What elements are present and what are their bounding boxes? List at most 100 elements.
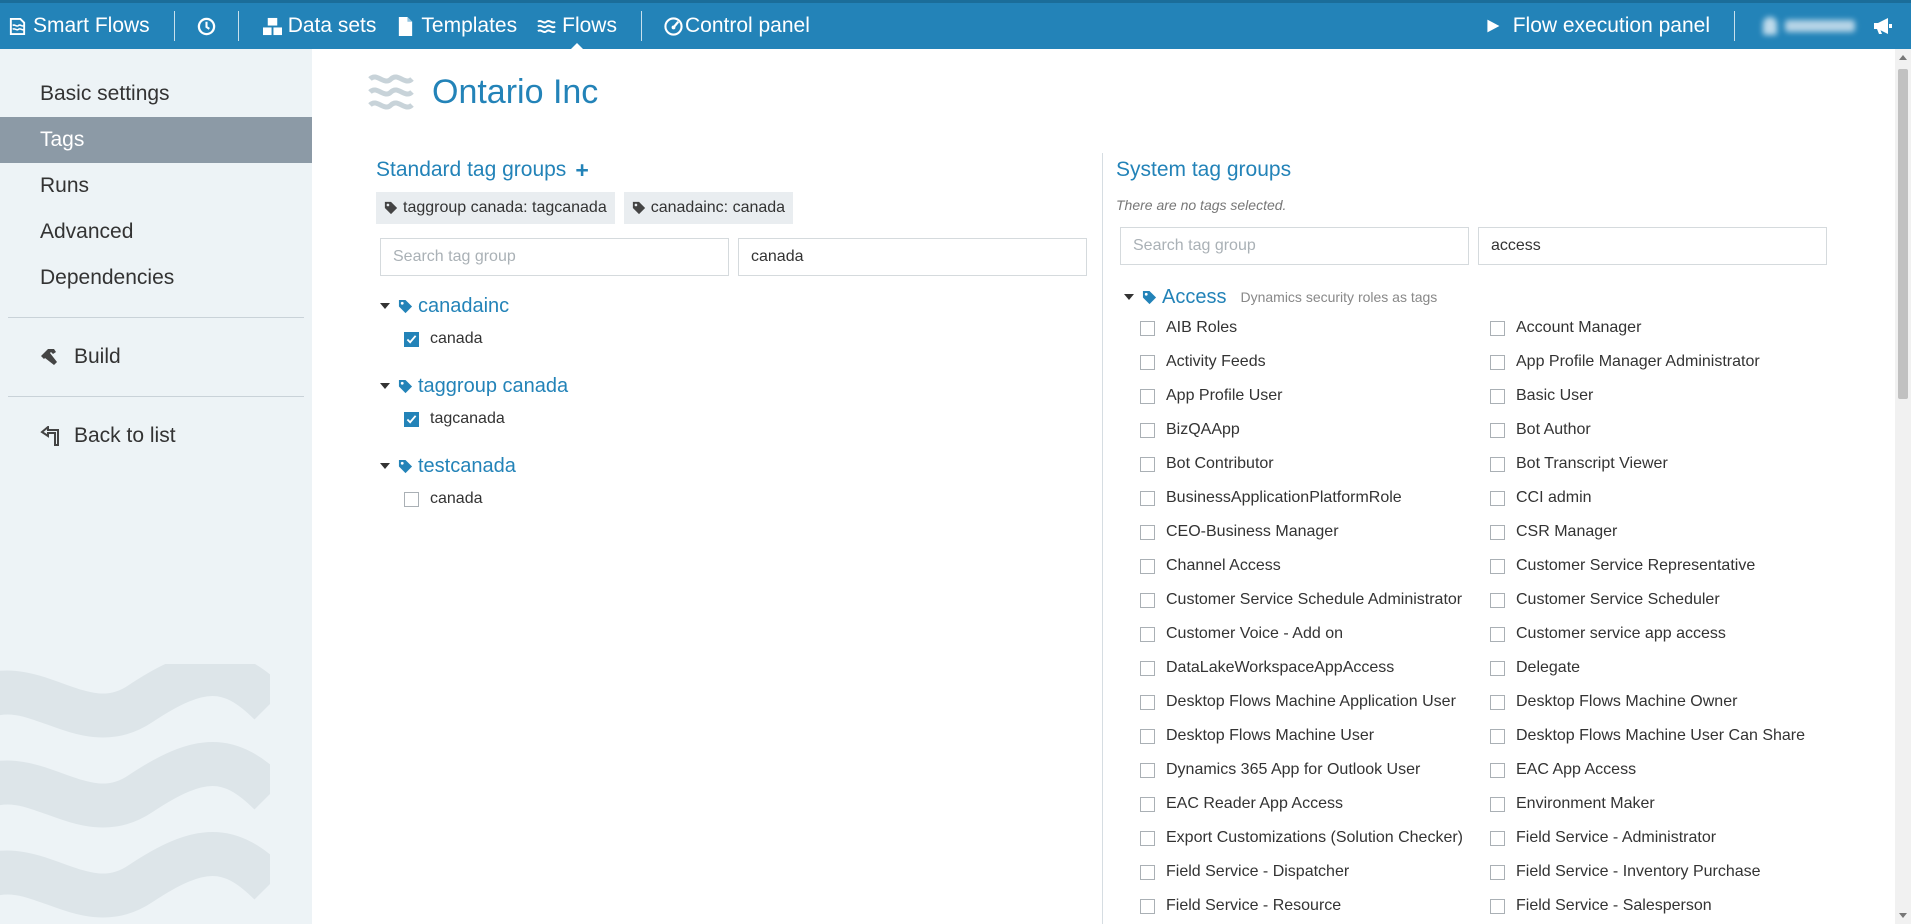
page-scrollbar[interactable] <box>1895 49 1911 924</box>
role-checkbox-item[interactable]: Desktop Flows Machine Application User <box>1140 685 1490 719</box>
checkbox-unchecked[interactable] <box>1490 592 1505 608</box>
checkbox-unchecked[interactable] <box>1490 660 1505 676</box>
checkbox-unchecked[interactable] <box>1490 388 1505 404</box>
role-checkbox-item[interactable]: Field Service - Resource <box>1140 889 1490 923</box>
role-checkbox-item[interactable]: Delegate <box>1490 651 1840 685</box>
checkbox-unchecked[interactable] <box>1490 796 1505 812</box>
role-checkbox-item[interactable]: Activity Feeds <box>1140 345 1490 379</box>
role-checkbox-item[interactable]: Customer Voice - Add on <box>1140 617 1490 651</box>
back-to-list-link[interactable]: Back to list <box>0 413 312 459</box>
checkbox-unchecked[interactable] <box>1140 694 1155 710</box>
role-checkbox-item[interactable]: Channel Access <box>1140 549 1490 583</box>
checkbox-unchecked[interactable] <box>1140 320 1155 336</box>
checkbox-unchecked[interactable] <box>1490 762 1505 778</box>
role-checkbox-item[interactable]: Dynamics 365 App for Outlook User <box>1140 753 1490 787</box>
checkbox-unchecked[interactable] <box>1490 864 1505 880</box>
checkbox-unchecked[interactable] <box>1140 354 1155 370</box>
nav-templates[interactable]: Templates <box>386 3 527 49</box>
checkbox-unchecked[interactable] <box>1140 830 1155 846</box>
checkbox-unchecked[interactable] <box>1140 660 1155 676</box>
nav-datasets[interactable]: Data sets <box>253 3 387 49</box>
tag-checkbox-item[interactable]: tagcanada <box>380 402 1096 436</box>
sidebar-item-basic-settings[interactable]: Basic settings <box>0 71 312 117</box>
checkbox-unchecked[interactable] <box>1490 728 1505 744</box>
selected-tag-chip[interactable]: taggroup canada: tagcanada <box>376 192 615 224</box>
checkbox-unchecked[interactable] <box>1140 864 1155 880</box>
scroll-up-arrow-icon[interactable] <box>1899 55 1907 60</box>
checkbox-unchecked[interactable] <box>1140 592 1155 608</box>
role-checkbox-item[interactable]: BizQAApp <box>1140 413 1490 447</box>
checkbox-unchecked[interactable] <box>1140 490 1155 506</box>
selected-tag-chip[interactable]: canadainc: canada <box>623 192 794 224</box>
role-checkbox-item[interactable]: Export Customizations (Solution Checker) <box>1140 821 1490 855</box>
role-checkbox-item[interactable]: Bot Contributor <box>1140 447 1490 481</box>
role-checkbox-item[interactable]: Account Manager <box>1490 311 1840 345</box>
sidebar-item-tags[interactable]: Tags <box>0 117 312 163</box>
tag-group-header-access[interactable]: Access Dynamics security roles as tags <box>1124 283 1846 311</box>
checkbox-unchecked[interactable] <box>1490 524 1505 540</box>
role-checkbox-item[interactable]: DataLakeWorkspaceAppAccess <box>1140 651 1490 685</box>
brand-link[interactable]: Smart Flows <box>0 3 160 49</box>
sidebar-item-advanced[interactable]: Advanced <box>0 209 312 255</box>
system-tag-filter-input[interactable] <box>1478 227 1827 265</box>
tag-group-header[interactable]: canadainc <box>380 290 1096 322</box>
role-checkbox-item[interactable]: CCI admin <box>1490 481 1840 515</box>
nav-control-panel[interactable]: Control panel <box>656 3 820 49</box>
role-checkbox-item[interactable]: Field Service - Dispatcher <box>1140 855 1490 889</box>
role-checkbox-item[interactable]: AIB Roles <box>1140 311 1490 345</box>
tag-checkbox-item[interactable]: canada <box>380 322 1096 356</box>
history-button[interactable] <box>189 3 224 49</box>
search-tag-group-input[interactable] <box>380 238 729 276</box>
scrollbar-thumb[interactable] <box>1898 69 1908 399</box>
user-menu[interactable] <box>1749 17 1869 35</box>
tag-group-header[interactable]: testcanada <box>380 450 1096 482</box>
role-checkbox-item[interactable]: CSR Manager <box>1490 515 1840 549</box>
tag-group-header[interactable]: taggroup canada <box>380 370 1096 402</box>
checkbox-unchecked[interactable] <box>1140 796 1155 812</box>
role-checkbox-item[interactable]: Customer Service Representative <box>1490 549 1840 583</box>
role-checkbox-item[interactable]: Desktop Flows Machine User <box>1140 719 1490 753</box>
checkbox-unchecked[interactable] <box>1140 524 1155 540</box>
checkbox-unchecked[interactable] <box>1490 320 1505 336</box>
checkbox-unchecked[interactable] <box>1140 456 1155 472</box>
tag-filter-input[interactable] <box>738 238 1087 276</box>
tag-checkbox-item[interactable]: canada <box>380 482 1096 516</box>
checkbox-unchecked[interactable] <box>1140 626 1155 642</box>
role-checkbox-item[interactable]: BusinessApplicationPlatformRole <box>1140 481 1490 515</box>
role-checkbox-item[interactable]: Bot Transcript Viewer <box>1490 447 1840 481</box>
role-checkbox-item[interactable]: Field Service - Salesperson <box>1490 889 1840 923</box>
checkbox-unchecked[interactable] <box>1490 490 1505 506</box>
add-tag-group-button[interactable]: + <box>575 157 588 184</box>
checkbox-unchecked[interactable] <box>1140 728 1155 744</box>
checkbox-unchecked[interactable] <box>1490 558 1505 574</box>
checkbox-unchecked[interactable] <box>1140 388 1155 404</box>
checkbox-unchecked[interactable] <box>1140 558 1155 574</box>
role-checkbox-item[interactable]: Field Service - Administrator <box>1490 821 1840 855</box>
role-checkbox-item[interactable]: Environment Maker <box>1490 787 1840 821</box>
checkbox-unchecked[interactable] <box>1140 898 1155 914</box>
role-checkbox-item[interactable]: Field Service - Inventory Purchase <box>1490 855 1840 889</box>
role-checkbox-item[interactable]: Desktop Flows Machine User Can Share <box>1490 719 1840 753</box>
checkbox-unchecked[interactable] <box>1490 422 1505 438</box>
system-search-tag-group-input[interactable] <box>1120 227 1469 265</box>
nav-flows[interactable]: Flows <box>527 3 627 50</box>
checkbox-checked[interactable] <box>404 331 419 347</box>
sidebar-item-runs[interactable]: Runs <box>0 163 312 209</box>
checkbox-unchecked[interactable] <box>404 491 419 507</box>
checkbox-unchecked[interactable] <box>1140 762 1155 778</box>
role-checkbox-item[interactable]: Basic User <box>1490 379 1840 413</box>
checkbox-unchecked[interactable] <box>1490 456 1505 472</box>
checkbox-unchecked[interactable] <box>1490 830 1505 846</box>
role-checkbox-item[interactable]: EAC App Access <box>1490 753 1840 787</box>
role-checkbox-item[interactable]: CEO-Business Manager <box>1140 515 1490 549</box>
role-checkbox-item[interactable]: Desktop Flows Machine Owner <box>1490 685 1840 719</box>
role-checkbox-item[interactable]: Customer Service Schedule Administrator <box>1140 583 1490 617</box>
role-checkbox-item[interactable]: Customer service app access <box>1490 617 1840 651</box>
checkbox-checked[interactable] <box>404 411 419 427</box>
checkbox-unchecked[interactable] <box>1140 422 1155 438</box>
role-checkbox-item[interactable]: EAC Reader App Access <box>1140 787 1490 821</box>
flow-execution-panel-button[interactable]: Flow execution panel <box>1475 3 1720 49</box>
sidebar-item-dependencies[interactable]: Dependencies <box>0 255 312 301</box>
role-checkbox-item[interactable]: Bot Author <box>1490 413 1840 447</box>
scroll-down-arrow-icon[interactable] <box>1899 913 1907 918</box>
